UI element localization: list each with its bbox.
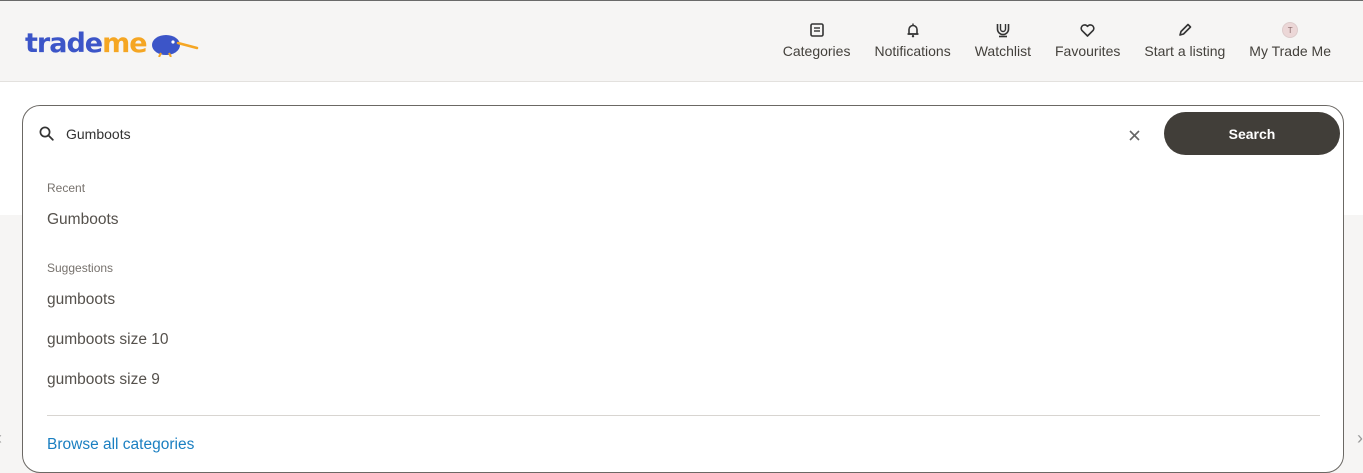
suggestion-item[interactable]: gumboots size 9 <box>47 371 160 389</box>
trademe-logo[interactable]: trademe <box>25 25 199 61</box>
nav-label: Categories <box>782 43 851 59</box>
nav-label: Notifications <box>874 43 951 59</box>
watchlist-icon <box>996 19 1010 41</box>
divider <box>47 415 1320 416</box>
header-nav: Categories Notifications Watchlist Favou… <box>771 19 1343 59</box>
nav-my-trade-me[interactable]: T My Trade Me <box>1237 19 1343 59</box>
kiwi-icon <box>151 35 198 57</box>
search-input[interactable] <box>66 120 1116 148</box>
logo-wordmark: trademe <box>25 27 148 59</box>
nav-label: Start a listing <box>1144 43 1226 59</box>
search-button[interactable]: Search <box>1164 112 1340 155</box>
nav-start-listing[interactable]: Start a listing <box>1132 19 1237 59</box>
nav-label: Favourites <box>1055 43 1121 59</box>
top-navigation-bar: trademe Categories Notifications Watchli… <box>0 0 1363 82</box>
nav-notifications[interactable]: Notifications <box>862 19 962 59</box>
suggestions-heading: Suggestions <box>47 261 114 275</box>
recent-heading: Recent <box>47 181 86 195</box>
heart-icon <box>1080 19 1095 41</box>
recent-item[interactable]: Gumboots <box>47 211 119 229</box>
nav-label: My Trade Me <box>1249 43 1331 59</box>
avatar-initial: T <box>1282 22 1299 38</box>
pencil-icon <box>1178 19 1192 41</box>
avatar: T <box>1282 19 1299 41</box>
close-icon[interactable] <box>1129 128 1140 146</box>
search-icon <box>39 126 54 146</box>
carousel-prev-icon[interactable]: ‹ <box>0 428 2 449</box>
nav-favourites[interactable]: Favourites <box>1043 19 1132 59</box>
nav-label: Watchlist <box>974 43 1031 59</box>
search-dropdown: Search Recent Gumboots Suggestions gumbo… <box>22 105 1344 473</box>
categories-icon <box>809 19 824 41</box>
search-bar: Search <box>23 106 1343 162</box>
suggestion-item[interactable]: gumboots <box>47 291 115 309</box>
browse-all-categories-link[interactable]: Browse all categories <box>47 436 194 454</box>
nav-categories[interactable]: Categories <box>771 19 863 59</box>
bell-icon <box>906 19 920 41</box>
carousel-next-icon[interactable]: › <box>1357 428 1363 449</box>
suggestion-item[interactable]: gumboots size 10 <box>47 331 169 349</box>
nav-watchlist[interactable]: Watchlist <box>963 19 1043 59</box>
